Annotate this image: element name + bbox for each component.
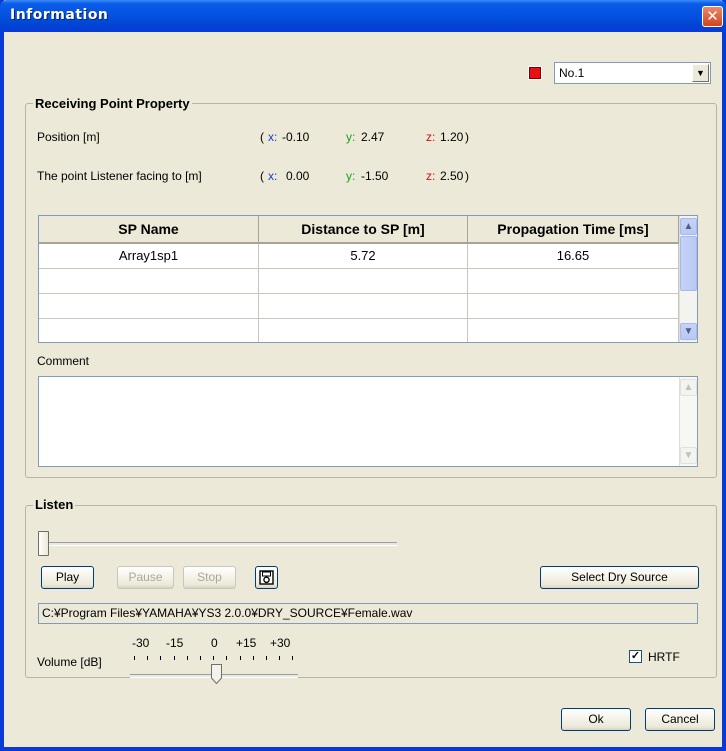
column-header-propagation-time[interactable]: Propagation Time [ms] [468,216,679,244]
volume-tick [173,656,175,660]
volume-tick-label: -15 [166,636,184,650]
window-title: Information [10,7,109,23]
close-button[interactable]: ✕ [702,6,723,27]
volume-tick [147,656,149,660]
facing-open-paren: ( [260,169,264,183]
table-cell: 5.72 [259,244,468,269]
scroll-down-icon[interactable]: ▼ [680,447,697,464]
listen-group-title: Listen [33,497,76,512]
position-z-value: 1.20 [440,130,464,144]
table-cell [259,319,468,342]
volume-tick [134,656,135,660]
volume-tick-label: +15 [236,636,257,650]
select-dry-source-button[interactable]: Select Dry Source [540,566,699,589]
receiver-select[interactable]: No.1 ▼ [554,62,711,84]
position-y-label: y: [346,130,356,144]
volume-tick-marks [134,656,296,662]
volume-tick [266,656,267,660]
chevron-down-icon[interactable]: ▼ [692,64,709,82]
ok-button[interactable]: Ok [561,708,631,731]
position-x-value: -0.10 [282,130,310,144]
facing-z-value: 2.50 [440,169,464,183]
title-bar[interactable]: Information ✕ [0,0,726,32]
scroll-thumb[interactable] [680,236,697,291]
table-cell [259,294,468,319]
table-cell [468,269,679,294]
position-close-paren: ) [465,130,469,144]
hrtf-label: HRTF [648,650,680,664]
table-cell: 16.65 [468,244,679,269]
receiving-point-group-title: Receiving Point Property [33,96,192,111]
table-cell [39,294,259,319]
facing-close-paren: ) [465,169,469,183]
pause-button[interactable]: Pause [117,566,174,589]
table-cell [39,269,259,294]
volume-tick-label: +30 [270,636,291,650]
receiver-color-marker [528,66,542,80]
table-cell [39,319,259,342]
volume-tick [186,656,188,660]
save-disk-icon [259,570,274,585]
playback-position-track[interactable] [40,542,397,546]
receiver-select-value: No.1 [559,66,585,80]
checkmark-icon: ✓ [630,650,641,662]
sp-table: SP Name Distance to SP [m] Propagation T… [38,215,698,343]
scroll-up-icon[interactable]: ▲ [680,379,697,396]
volume-label: Volume [dB] [37,655,102,669]
comment-label: Comment [37,354,90,368]
scroll-down-icon[interactable]: ▼ [680,323,697,340]
comment-field[interactable]: ▲ ▼ [38,376,698,467]
volume-tick-label: -30 [132,636,150,650]
column-header-sp-name[interactable]: SP Name [39,216,259,244]
position-y-value: 2.47 [361,130,385,144]
comment-scrollbar[interactable]: ▲ ▼ [679,377,697,466]
facing-x-label: x: [268,169,278,183]
column-header-distance[interactable]: Distance to SP [m] [259,216,468,244]
volume-tick [200,656,201,660]
table-cell [468,294,679,319]
volume-slider-thumb[interactable] [211,664,222,684]
position-x-label: x: [268,130,278,144]
volume-tick [213,656,215,660]
record-button[interactable] [255,566,278,589]
table-cell: Array1sp1 [39,244,259,269]
information-dialog: Information ✕ No.1 ▼ Receiving Point Pro… [0,0,726,751]
table-cell [259,269,468,294]
playback-position-thumb[interactable] [38,531,49,556]
position-label: Position [m] [37,130,100,144]
facing-y-value: -1.50 [361,169,389,183]
position-z-label: z: [426,130,436,144]
facing-z-label: z: [426,169,436,183]
table-cell [468,319,679,342]
dry-source-path-field[interactable]: C:¥Program Files¥YAMAHA¥YS3 2.0.0¥DRY_SO… [38,603,698,624]
play-button[interactable]: Play [41,566,94,589]
listen-group [25,505,717,678]
stop-button[interactable]: Stop [183,566,236,589]
volume-tick [279,656,281,660]
volume-tick [239,656,241,660]
volume-tick-label: 0 [211,636,218,650]
volume-tick [226,656,228,660]
scroll-up-icon[interactable]: ▲ [680,218,697,235]
volume-tick [292,656,294,660]
position-open-paren: ( [260,130,264,144]
cancel-button[interactable]: Cancel [645,708,715,731]
table-scrollbar[interactable]: ▲ ▼ [679,216,697,342]
volume-tick [160,656,162,660]
volume-tick [252,656,254,660]
facing-y-label: y: [346,169,356,183]
hrtf-checkbox[interactable]: ✓ [629,650,642,663]
facing-x-value: 0.00 [286,169,310,183]
facing-label: The point Listener facing to [m] [37,169,202,183]
